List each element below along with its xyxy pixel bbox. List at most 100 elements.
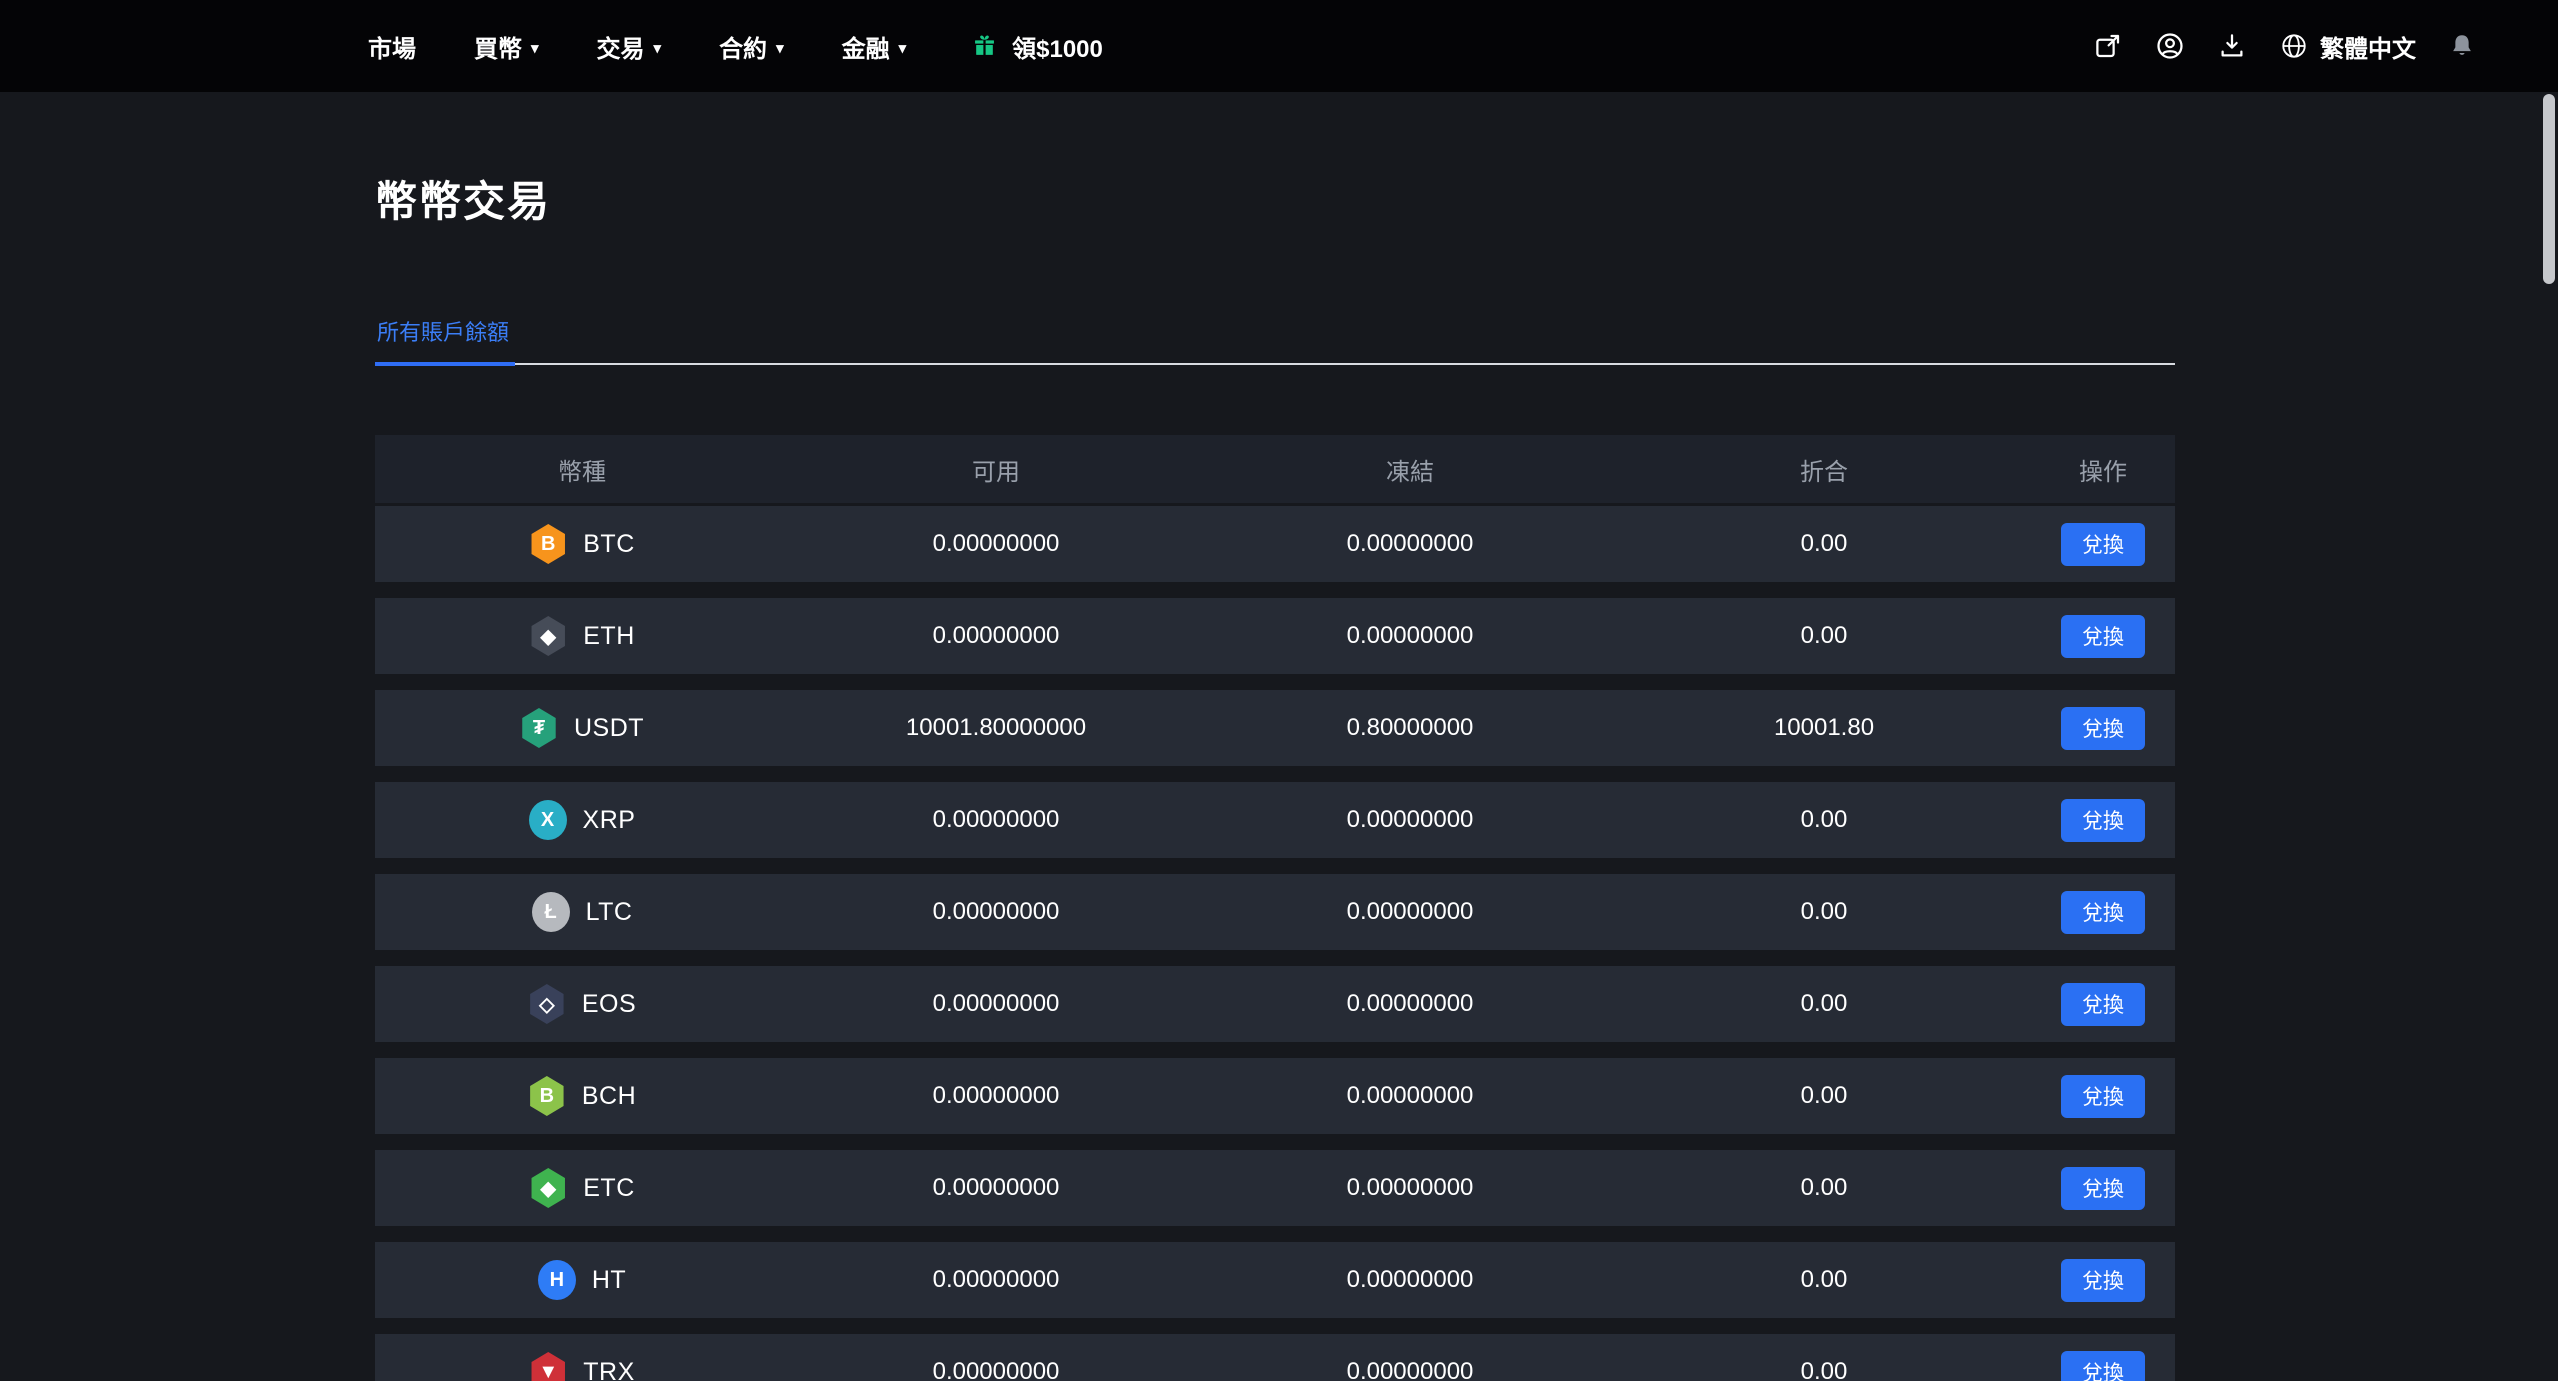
tab-bar: 所有賬戶餘額 xyxy=(375,315,2175,365)
exchange-button[interactable]: 兌換 xyxy=(2061,1075,2145,1118)
total-value: 0.00 xyxy=(1617,598,2031,674)
share-icon[interactable] xyxy=(2092,30,2124,62)
coin-cell: ◆ ETH xyxy=(375,598,789,674)
action-cell: 兌換 xyxy=(2031,598,2175,674)
action-cell: 兌換 xyxy=(2031,874,2175,950)
total-value: 10001.80 xyxy=(1617,690,2031,766)
col-header-total: 折合 xyxy=(1617,435,2031,503)
language-selector[interactable]: 繁體中文 xyxy=(2278,29,2416,64)
action-cell: 兌換 xyxy=(2031,1150,2175,1226)
nav-item[interactable]: 金融 ▾ xyxy=(842,29,907,64)
exchange-button[interactable]: 兌換 xyxy=(2061,615,2145,658)
globe-icon xyxy=(2278,30,2310,62)
col-header-frozen: 凍結 xyxy=(1203,435,1617,503)
nav-item[interactable]: 市場 xyxy=(368,29,416,64)
coin-glyph: X xyxy=(541,809,554,832)
table-row: ◇ EOS 0.00000000 0.00000000 0.00 兌換 xyxy=(375,966,2175,1042)
table-row: H HT 0.00000000 0.00000000 0.00 兌換 xyxy=(375,1242,2175,1318)
coin-glyph: B xyxy=(541,533,555,556)
available-value: 0.00000000 xyxy=(789,1058,1203,1134)
table-rows: B BTC 0.00000000 0.00000000 0.00 兌換 ◆ ET… xyxy=(375,506,2175,1381)
table-header: 幣種 可用 凍結 折合 操作 xyxy=(375,435,2175,503)
exchange-button[interactable]: 兌換 xyxy=(2061,1167,2145,1210)
exchange-button[interactable]: 兌換 xyxy=(2061,523,2145,566)
available-value: 0.00000000 xyxy=(789,598,1203,674)
notifications-bell-icon[interactable] xyxy=(2446,30,2478,62)
tab-all-balances[interactable]: 所有賬戶餘額 xyxy=(375,315,515,366)
coin-icon: ▼ xyxy=(529,1352,567,1381)
col-header-available: 可用 xyxy=(789,435,1203,503)
account-icon[interactable] xyxy=(2154,30,2186,62)
nav-item-label: 金融 xyxy=(842,29,890,64)
frozen-value: 0.00000000 xyxy=(1203,1150,1617,1226)
coin-icon: H xyxy=(538,1260,576,1300)
total-value: 0.00 xyxy=(1617,506,2031,582)
table-row: ₮ USDT 10001.80000000 0.80000000 10001.8… xyxy=(375,690,2175,766)
nav-item[interactable]: 交易 ▾ xyxy=(597,29,662,64)
coin-icon: ◇ xyxy=(528,984,566,1024)
table-row: B BTC 0.00000000 0.00000000 0.00 兌換 xyxy=(375,506,2175,582)
download-icon[interactable] xyxy=(2216,30,2248,62)
coin-icon: ◆ xyxy=(529,616,567,656)
exchange-button[interactable]: 兌換 xyxy=(2061,707,2145,750)
nav-item[interactable]: 合約 ▾ xyxy=(719,29,784,64)
chevron-down-icon: ▾ xyxy=(776,39,784,57)
coin-cell: H HT xyxy=(375,1242,789,1318)
coin-symbol: HT xyxy=(592,1266,626,1295)
total-value: 0.00 xyxy=(1617,966,2031,1042)
coin-glyph: B xyxy=(540,1085,554,1108)
total-value: 0.00 xyxy=(1617,1242,2031,1318)
col-header-action: 操作 xyxy=(2031,435,2175,503)
frozen-value: 0.00000000 xyxy=(1203,966,1617,1042)
action-cell: 兌換 xyxy=(2031,506,2175,582)
exchange-button[interactable]: 兌換 xyxy=(2061,799,2145,842)
frozen-value: 0.00000000 xyxy=(1203,506,1617,582)
table-row: X XRP 0.00000000 0.00000000 0.00 兌換 xyxy=(375,782,2175,858)
coin-symbol: BTC xyxy=(583,530,635,559)
coin-symbol: EOS xyxy=(582,990,636,1019)
available-value: 0.00000000 xyxy=(789,506,1203,582)
action-cell: 兌換 xyxy=(2031,690,2175,766)
coin-symbol: TRX xyxy=(583,1358,635,1381)
nav-item-label: 交易 xyxy=(597,29,645,64)
coin-cell: ₮ USDT xyxy=(375,690,789,766)
exchange-button[interactable]: 兌換 xyxy=(2061,1351,2145,1381)
table-row: ◆ ETC 0.00000000 0.00000000 0.00 兌換 xyxy=(375,1150,2175,1226)
table-row: ▼ TRX 0.00000000 0.00000000 0.00 兌換 xyxy=(375,1334,2175,1381)
frozen-value: 0.00000000 xyxy=(1203,874,1617,950)
main-content: 幣幣交易 所有賬戶餘額 幣種 可用 凍結 折合 操作 B BTC 0.00000… xyxy=(0,92,2558,1381)
coin-symbol: XRP xyxy=(583,806,636,835)
exchange-button[interactable]: 兌換 xyxy=(2061,891,2145,934)
coin-cell: ◇ EOS xyxy=(375,966,789,1042)
action-cell: 兌換 xyxy=(2031,966,2175,1042)
coin-glyph: Ł xyxy=(544,901,556,924)
frozen-value: 0.00000000 xyxy=(1203,1334,1617,1381)
scrollbar-thumb[interactable] xyxy=(2543,94,2555,284)
page-title: 幣幣交易 xyxy=(375,92,2558,229)
nav-item-label: 市場 xyxy=(368,29,416,64)
chevron-down-icon: ▾ xyxy=(654,39,662,57)
coin-symbol: ETC xyxy=(583,1174,635,1203)
frozen-value: 0.00000000 xyxy=(1203,782,1617,858)
language-label: 繁體中文 xyxy=(2320,29,2416,64)
coin-icon: ◆ xyxy=(529,1168,567,1208)
coin-glyph: ◆ xyxy=(541,1176,556,1201)
coin-glyph: ◇ xyxy=(539,992,554,1017)
exchange-button[interactable]: 兌換 xyxy=(2061,983,2145,1026)
nav-item-label: 買幣 xyxy=(474,29,522,64)
main-nav: 市場 買幣 ▾ 交易 ▾ 合約 ▾ 金融 ▾ xyxy=(368,29,906,64)
top-nav: 市場 買幣 ▾ 交易 ▾ 合約 ▾ 金融 ▾ 領$1000 xyxy=(0,0,2558,92)
total-value: 0.00 xyxy=(1617,782,2031,858)
balances-table: 幣種 可用 凍結 折合 操作 B BTC 0.00000000 0.000000… xyxy=(375,435,2175,1381)
coin-symbol: LTC xyxy=(586,898,633,927)
exchange-button[interactable]: 兌換 xyxy=(2061,1259,2145,1302)
promo-label: 領$1000 xyxy=(1012,29,1103,64)
coin-icon: X xyxy=(529,800,567,840)
coin-icon: ₮ xyxy=(520,708,558,748)
coin-cell: B BTC xyxy=(375,506,789,582)
total-value: 0.00 xyxy=(1617,1058,2031,1134)
nav-item[interactable]: 買幣 ▾ xyxy=(474,29,539,64)
frozen-value: 0.80000000 xyxy=(1203,690,1617,766)
coin-glyph: ▼ xyxy=(538,1361,558,1381)
promo-button[interactable]: 領$1000 xyxy=(968,29,1103,64)
